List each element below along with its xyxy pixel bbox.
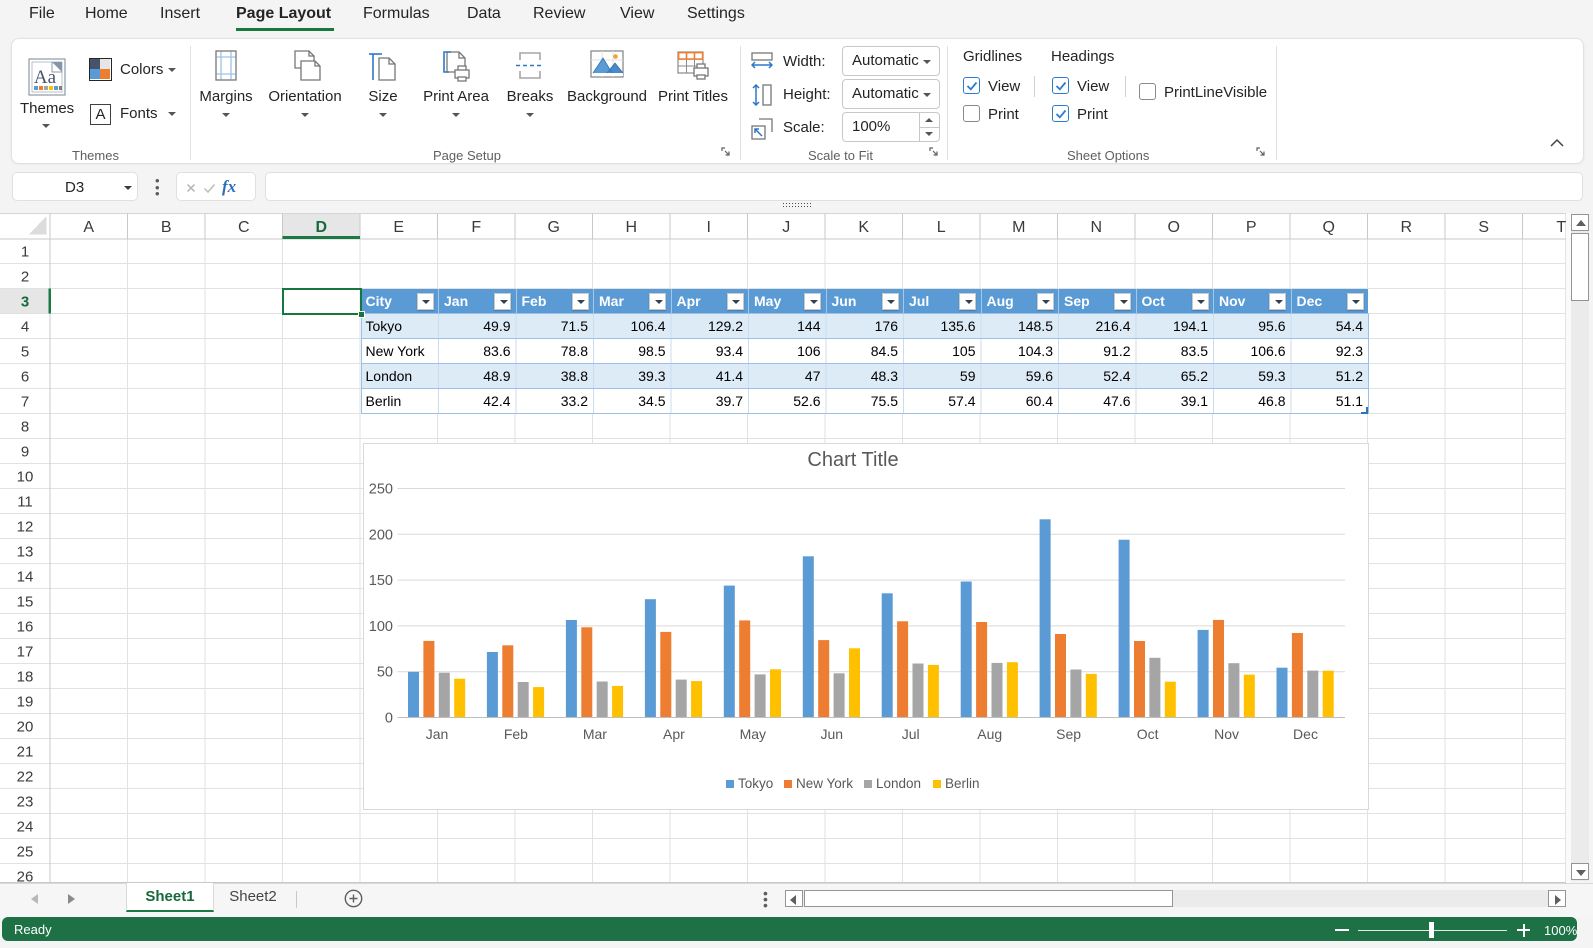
svg-text:B: B bbox=[161, 219, 172, 236]
svg-text:N: N bbox=[1090, 219, 1102, 236]
svg-text:22: 22 bbox=[17, 769, 34, 786]
svg-text:18: 18 bbox=[17, 669, 34, 686]
svg-text:2: 2 bbox=[21, 269, 29, 286]
svg-text:10: 10 bbox=[17, 469, 34, 486]
svg-text:19: 19 bbox=[17, 694, 34, 711]
svg-text:23: 23 bbox=[17, 794, 34, 811]
svg-text:O: O bbox=[1168, 219, 1180, 236]
svg-text:100: 100 bbox=[369, 619, 393, 635]
svg-text:J: J bbox=[782, 219, 790, 236]
svg-text:24: 24 bbox=[17, 819, 34, 836]
svg-text:14: 14 bbox=[17, 569, 34, 586]
svg-text:S: S bbox=[1478, 219, 1489, 236]
svg-text:May: May bbox=[740, 726, 766, 742]
svg-text:T: T bbox=[1556, 219, 1566, 236]
svg-text:Jun: Jun bbox=[821, 726, 844, 742]
svg-text:25: 25 bbox=[17, 844, 34, 861]
svg-text:250: 250 bbox=[369, 482, 393, 498]
svg-text:F: F bbox=[471, 219, 481, 236]
svg-text:London: London bbox=[876, 776, 921, 791]
svg-text:20: 20 bbox=[17, 719, 34, 736]
svg-text:H: H bbox=[625, 219, 637, 236]
svg-text:Aug: Aug bbox=[977, 726, 1002, 742]
svg-text:6: 6 bbox=[21, 369, 29, 386]
svg-text:26: 26 bbox=[17, 869, 34, 884]
svg-text:G: G bbox=[548, 219, 560, 236]
svg-text:3: 3 bbox=[21, 294, 29, 311]
svg-text:D: D bbox=[315, 219, 327, 236]
svg-text:1: 1 bbox=[21, 244, 29, 261]
svg-text:Chart Title: Chart Title bbox=[807, 449, 898, 471]
svg-text:21: 21 bbox=[17, 744, 34, 761]
svg-text:Dec: Dec bbox=[1293, 726, 1318, 742]
svg-text:5: 5 bbox=[21, 344, 29, 361]
svg-text:13: 13 bbox=[17, 544, 34, 561]
svg-text:7: 7 bbox=[21, 394, 29, 411]
svg-text:15: 15 bbox=[17, 594, 34, 611]
svg-text:R: R bbox=[1400, 219, 1412, 236]
svg-text:Q: Q bbox=[1323, 219, 1335, 236]
svg-text:9: 9 bbox=[21, 444, 29, 461]
svg-text:M: M bbox=[1012, 219, 1025, 236]
svg-text:17: 17 bbox=[17, 644, 34, 661]
svg-text:Aa: Aa bbox=[34, 67, 57, 88]
svg-text:E: E bbox=[393, 219, 404, 236]
svg-text:Sep: Sep bbox=[1056, 726, 1081, 742]
svg-text:New York: New York bbox=[796, 776, 853, 791]
svg-text:Apr: Apr bbox=[663, 726, 685, 742]
svg-text:P: P bbox=[1246, 219, 1257, 236]
svg-text:16: 16 bbox=[17, 619, 34, 636]
svg-text:Tokyo: Tokyo bbox=[738, 776, 773, 791]
svg-text:8: 8 bbox=[21, 419, 29, 436]
svg-text:Jul: Jul bbox=[902, 726, 920, 742]
svg-text:C: C bbox=[238, 219, 250, 236]
svg-text:50: 50 bbox=[377, 665, 393, 681]
svg-text:12: 12 bbox=[17, 519, 34, 536]
svg-text:150: 150 bbox=[369, 573, 393, 589]
svg-text:Berlin: Berlin bbox=[945, 776, 980, 791]
svg-text:11: 11 bbox=[17, 494, 33, 511]
svg-text:Jan: Jan bbox=[426, 726, 449, 742]
svg-text:200: 200 bbox=[369, 527, 393, 543]
svg-text:K: K bbox=[858, 219, 869, 236]
svg-text:Mar: Mar bbox=[583, 726, 607, 742]
svg-text:Oct: Oct bbox=[1137, 726, 1159, 742]
svg-text:Feb: Feb bbox=[504, 726, 528, 742]
svg-text:A: A bbox=[83, 219, 94, 236]
svg-text:I: I bbox=[707, 219, 711, 236]
svg-text:4: 4 bbox=[21, 319, 29, 336]
svg-text:Nov: Nov bbox=[1214, 726, 1239, 742]
svg-text:L: L bbox=[937, 219, 946, 236]
svg-text:0: 0 bbox=[385, 711, 393, 727]
